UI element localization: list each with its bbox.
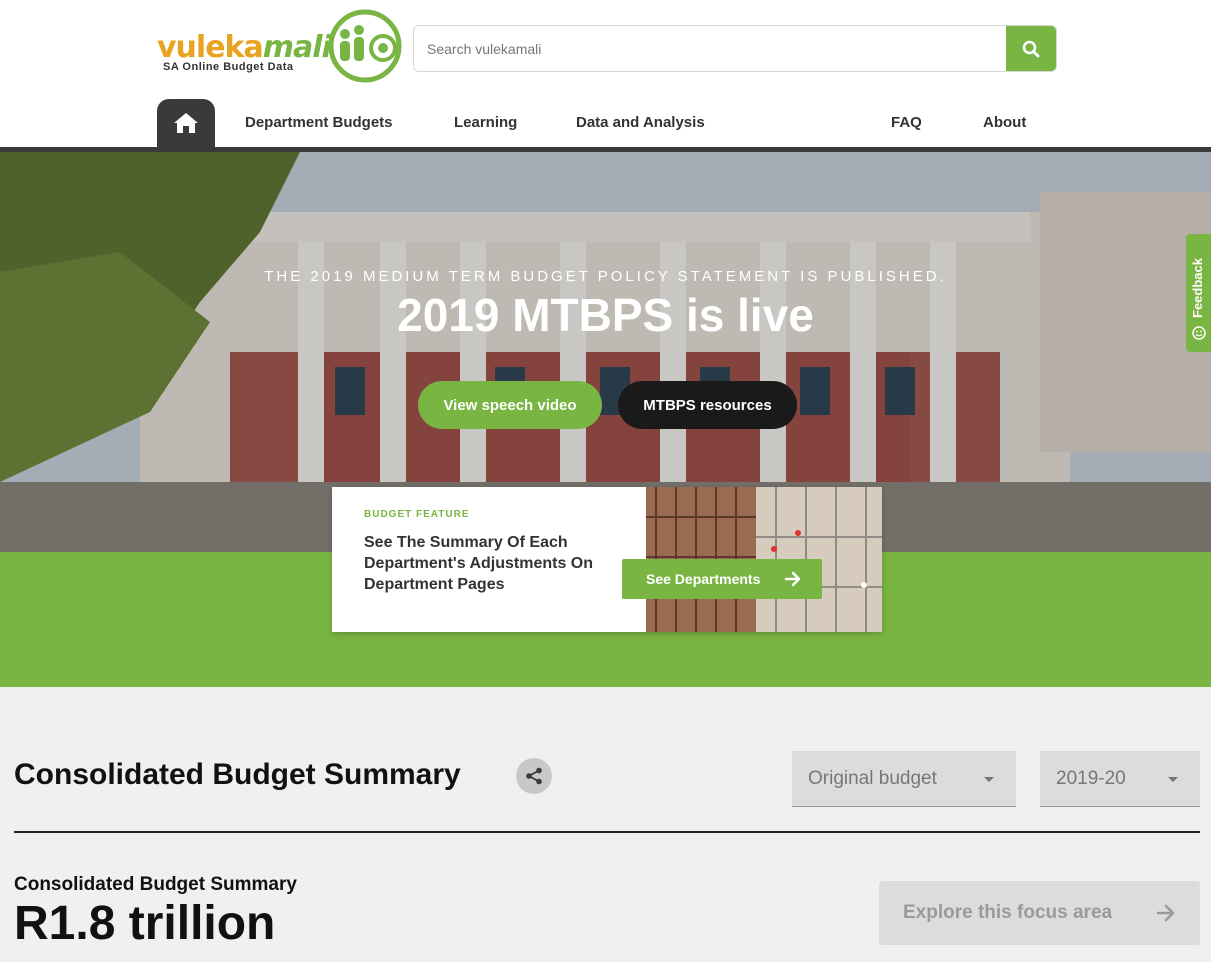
search-icon	[1022, 40, 1040, 57]
search-bar	[413, 25, 1057, 72]
home-icon	[174, 113, 198, 133]
section-divider	[14, 831, 1200, 833]
explore-focus-area-button[interactable]: Explore this focus area	[879, 881, 1200, 945]
feature-title: See The Summary Of Each Department's Adj…	[364, 534, 594, 593]
smiley-icon	[1192, 326, 1206, 340]
logo-tagline: SA Online Budget Data	[163, 61, 294, 73]
nav-home-tab[interactable]	[157, 99, 215, 147]
nav-item-about[interactable]: About	[983, 114, 1026, 131]
page-title: Consolidated Budget Summary	[14, 758, 461, 791]
site-header: vulekamali SA Online Budget Data Depart	[0, 0, 1211, 147]
vulekamali-logo[interactable]: vulekamali SA Online Budget Data	[157, 8, 402, 86]
summary-label: Consolidated Budget Summary	[14, 874, 297, 895]
arrow-right-icon	[1156, 904, 1175, 922]
year-value: 2019-20	[1056, 767, 1126, 789]
year-select[interactable]: 2019-20	[1040, 751, 1200, 807]
hero-kicker: THE 2019 MEDIUM TERM BUDGET POLICY STATE…	[264, 268, 947, 285]
nav-item-faq[interactable]: FAQ	[891, 114, 922, 131]
budget-type-select[interactable]: Original budget	[792, 751, 1016, 807]
explore-label: Explore this focus area	[903, 902, 1113, 923]
share-button[interactable]	[516, 758, 552, 794]
people-at-icon	[328, 9, 402, 83]
hero-title: 2019 MTBPS is live	[397, 289, 814, 341]
search-button[interactable]	[1006, 26, 1056, 71]
nav-item-learning[interactable]: Learning	[454, 114, 517, 131]
caret-down-icon	[1168, 777, 1178, 782]
share-icon	[526, 767, 542, 785]
nav-item-department-budgets[interactable]: Department Budgets	[245, 114, 393, 131]
view-speech-video-button[interactable]: View speech video	[418, 381, 602, 429]
caret-down-icon	[984, 777, 994, 782]
feedback-label: Feedback	[1190, 258, 1205, 318]
summary-value: R1.8 trillion	[14, 897, 276, 950]
see-departments-button[interactable]: See Departments	[622, 559, 822, 599]
main-nav: Department Budgets Learning Data and Ana…	[0, 99, 1211, 147]
feedback-tab[interactable]: Feedback	[1186, 234, 1211, 352]
logo-wordmark: vulekamali	[157, 30, 332, 65]
see-departments-label: See Departments	[646, 571, 761, 587]
nav-item-data-and-analysis[interactable]: Data and Analysis	[576, 114, 705, 131]
budget-feature-card: BUDGET FEATURE See The Summary Of Each D…	[332, 487, 882, 632]
feature-kicker: BUDGET FEATURE	[364, 509, 470, 520]
mtbps-resources-button[interactable]: MTBPS resources	[618, 381, 797, 429]
arrow-right-icon	[784, 571, 801, 587]
budget-type-value: Original budget	[808, 767, 937, 789]
search-input[interactable]	[414, 26, 1007, 71]
